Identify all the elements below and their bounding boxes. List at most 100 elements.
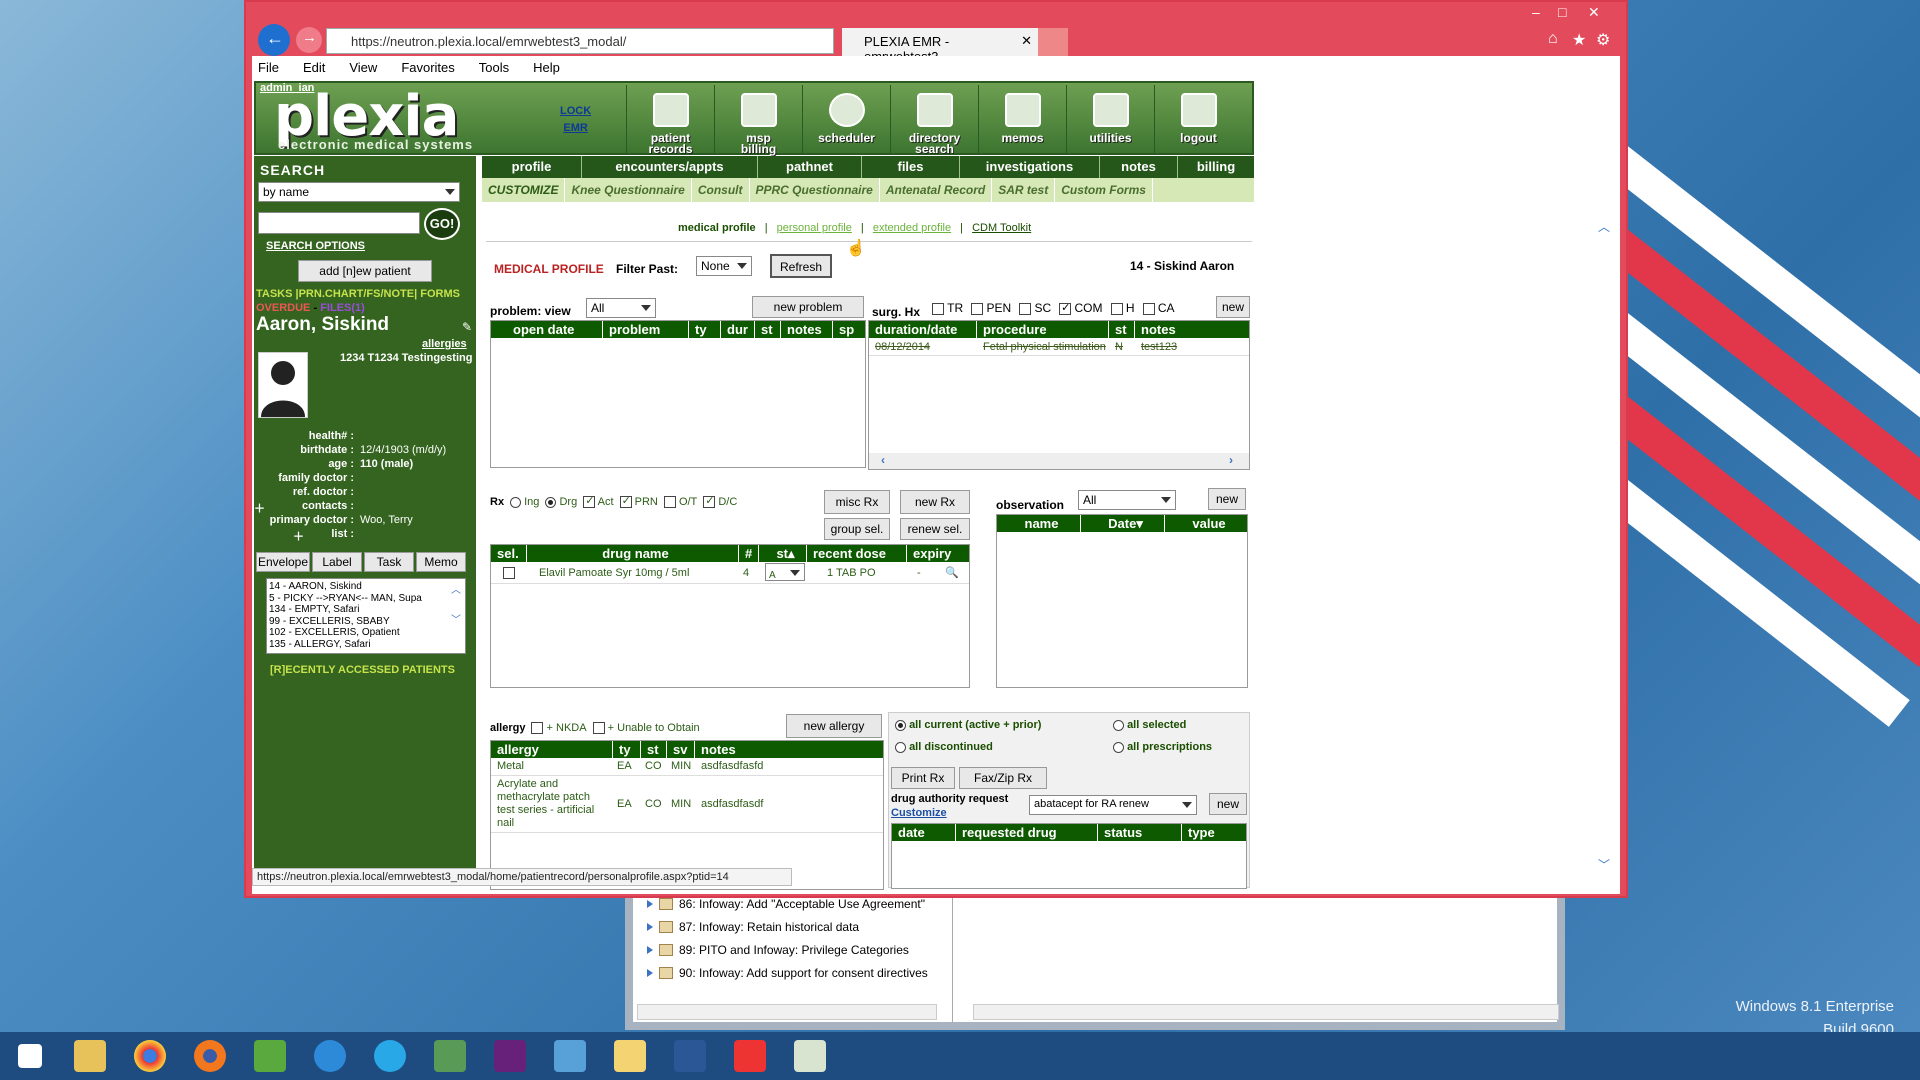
tree-item[interactable]: 90: Infoway: Add support for consent dir… <box>633 961 952 984</box>
taskbar-nunit[interactable] <box>240 1032 300 1080</box>
rx-detail-icon[interactable]: 🔍 <box>945 562 965 583</box>
taskbar-visual-studio[interactable] <box>480 1032 540 1080</box>
forward-button[interactable]: → <box>296 27 322 53</box>
horizontal-scrollbar[interactable]: ‹ › <box>869 453 1249 469</box>
personal-profile-link[interactable]: personal profile <box>777 222 852 234</box>
medical-profile-link[interactable]: medical profile <box>678 222 756 234</box>
scroll-up-icon[interactable]: ︿ <box>451 585 461 597</box>
go-button[interactable]: GO! <box>424 208 460 240</box>
task-button[interactable]: Task <box>364 552 414 572</box>
overdue-link[interactable]: OVERDUE <box>256 302 310 314</box>
rx-print-all-current[interactable]: all current (active + prior) <box>895 719 1041 731</box>
unable-check[interactable]: + Unable to Obtain <box>592 722 700 735</box>
extended-profile-link[interactable]: extended profile <box>873 222 951 234</box>
list-item[interactable]: 14 - AARON, Siskind <box>269 581 463 593</box>
filter-past-select[interactable]: None <box>696 256 752 276</box>
search-options-link[interactable]: SEARCH OPTIONS <box>266 240 365 252</box>
search-input[interactable] <box>258 212 420 234</box>
minimize-button[interactable]: – <box>1532 4 1540 20</box>
list-item[interactable]: 5 - PICKY -->RYAN<-- MAN, Supa <box>269 593 463 605</box>
table-row[interactable]: Metal EA CO MIN asdfasdfasfd <box>491 758 883 776</box>
tab-profile[interactable]: profile <box>482 156 582 178</box>
subtab-antenatal[interactable]: Antenatal Record <box>880 178 993 202</box>
home-icon[interactable]: ⌂ <box>1548 30 1558 48</box>
add-new-patient-button[interactable]: add [n]ew patient <box>298 260 432 282</box>
list-item[interactable]: 135 - ALLERGY, Safari <box>269 639 463 651</box>
surg-filter-h[interactable]: H <box>1110 301 1135 315</box>
taskbar-files[interactable] <box>600 1032 660 1080</box>
taskbar-window[interactable] <box>780 1032 840 1080</box>
problem-view-select[interactable]: All <box>586 298 656 318</box>
subtab-sar[interactable]: SAR test <box>992 178 1056 202</box>
add-list-icon[interactable]: ＋ <box>254 528 304 543</box>
rx-print-all-prescriptions[interactable]: all prescriptions <box>1113 741 1212 753</box>
tab-billing[interactable]: billing <box>1178 156 1254 178</box>
logout-button[interactable]: logout <box>1154 85 1242 155</box>
taskbar-chrome[interactable] <box>120 1032 180 1080</box>
recent-patients-list[interactable]: 14 - AARON, Siskind 5 - PICKY -->RYAN<--… <box>266 578 466 654</box>
scroll-down-icon[interactable]: ﹀ <box>451 615 461 627</box>
tree-item[interactable]: 89: PITO and Infoway: Privilege Categori… <box>633 938 952 961</box>
tab-notes[interactable]: notes <box>1100 156 1178 178</box>
subtab-pprc[interactable]: PPRC Questionnaire <box>750 178 880 202</box>
maximize-button[interactable]: □ <box>1558 4 1566 20</box>
tab-investigations[interactable]: investigations <box>960 156 1100 178</box>
address-bar[interactable]: https://neutron.plexia.local/emrwebtest3… <box>326 28 834 54</box>
taskbar-word[interactable] <box>660 1032 720 1080</box>
list-item[interactable]: 99 - EXCELLERIS, SBABY <box>269 616 463 628</box>
list-item[interactable]: 134 - EMPTY, Safari <box>269 604 463 616</box>
search-by-select[interactable]: by name <box>258 182 460 202</box>
table-row[interactable]: Acrylate and methacrylate patch test ser… <box>491 776 883 833</box>
new-tab-button[interactable] <box>1038 28 1068 56</box>
label-button[interactable]: Label <box>312 552 362 572</box>
subtab-customize[interactable]: CUSTOMIZE <box>482 178 566 202</box>
rx-status-select[interactable]: A <box>765 563 805 581</box>
utilities-button[interactable]: utilities <box>1066 85 1154 155</box>
directory-search-button[interactable]: directory search <box>890 85 978 155</box>
drug-authority-new-button[interactable]: new <box>1209 793 1247 815</box>
cdm-toolkit-link[interactable]: CDM Toolkit <box>972 222 1031 234</box>
rx-print-all-discontinued[interactable]: all discontinued <box>895 741 993 753</box>
scheduler-button[interactable]: scheduler <box>802 85 890 155</box>
drug-authority-select[interactable]: abatacept for RA renew <box>1029 795 1197 815</box>
nkda-check[interactable]: + NKDA <box>531 722 587 735</box>
subtab-knee[interactable]: Knee Questionnaire <box>565 178 692 202</box>
new-rx-button[interactable]: new Rx <box>900 490 970 514</box>
horizontal-scrollbar[interactable] <box>637 1004 937 1020</box>
files-link[interactable]: FILES(1) <box>320 302 365 314</box>
taskbar-skype[interactable] <box>360 1032 420 1080</box>
subtab-custom-forms[interactable]: Custom Forms <box>1055 178 1153 202</box>
tab-encounters[interactable]: encounters/appts <box>582 156 758 178</box>
favorites-star-icon[interactable]: ★ <box>1572 30 1586 50</box>
taskbar-snipping[interactable] <box>720 1032 780 1080</box>
tab-pathnet[interactable]: pathnet <box>758 156 862 178</box>
rx-row-checkbox[interactable] <box>503 567 515 580</box>
checkbox[interactable] <box>1019 302 1032 315</box>
checkbox[interactable] <box>1142 302 1155 315</box>
rx-ot-check[interactable]: O/T <box>663 496 697 509</box>
surg-filter-tr[interactable]: TR <box>932 301 963 315</box>
checkbox[interactable] <box>971 302 984 315</box>
scroll-down-icon[interactable]: ﹀ <box>1598 856 1610 873</box>
rx-print-all-selected[interactable]: all selected <box>1113 719 1186 731</box>
taskbar-app-blue[interactable] <box>540 1032 600 1080</box>
tree-item[interactable]: 87: Infoway: Retain historical data <box>633 915 952 938</box>
table-row[interactable]: Elavil Pamoate Syr 10mg / 5ml 4 A 1 TAB … <box>491 562 969 584</box>
surg-filter-com[interactable]: COM <box>1059 301 1103 315</box>
fax-zip-rx-button[interactable]: Fax/Zip Rx <box>959 767 1047 789</box>
close-window-button[interactable]: ✕ <box>1588 4 1600 21</box>
renew-select-button[interactable]: renew sel. <box>900 518 970 540</box>
rx-dc-check[interactable]: D/C <box>703 494 737 509</box>
table-row[interactable]: 08/12/2014 Fetal physical stimulation N … <box>869 338 1249 356</box>
misc-rx-button[interactable]: misc Rx <box>824 490 890 514</box>
menu-help[interactable]: Help <box>533 60 560 75</box>
rx-act-check[interactable]: Act <box>583 494 614 509</box>
checkbox[interactable] <box>1059 301 1072 315</box>
customize-link[interactable]: Customize <box>891 807 947 819</box>
scroll-up-icon[interactable]: ︿ <box>1598 218 1610 235</box>
memos-button[interactable]: memos <box>978 85 1066 155</box>
close-tab-icon[interactable]: ✕ <box>1021 33 1032 49</box>
lock-emr-link[interactable]: LOCK EMR <box>560 103 591 137</box>
back-button[interactable]: ← <box>258 24 290 56</box>
settings-gear-icon[interactable]: ⚙ <box>1596 30 1610 50</box>
